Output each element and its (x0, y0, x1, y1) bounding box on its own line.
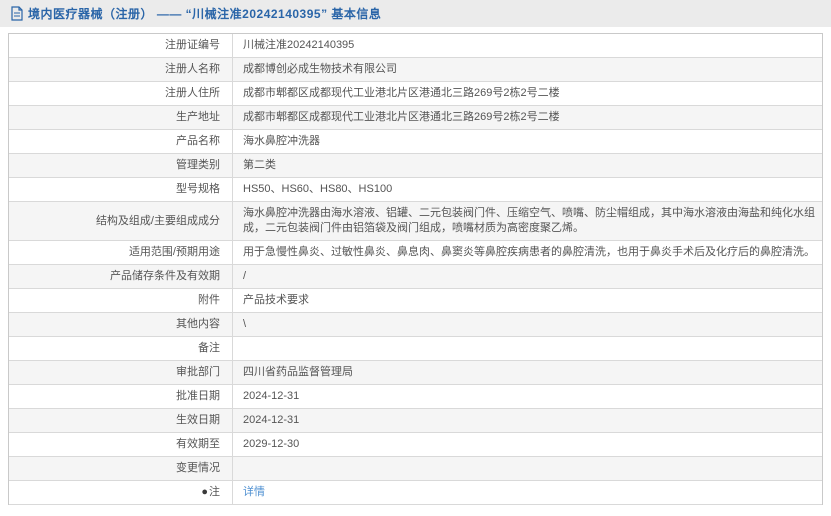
row-label: 适用范围/预期用途 (9, 241, 233, 264)
table-row-registration-number: 注册证编号 川械注准20242140395 (9, 34, 822, 58)
row-label: 审批部门 (9, 361, 233, 384)
row-label: 注册证编号 (9, 34, 233, 57)
row-value: 成都博创必成生物技术有限公司 (243, 63, 397, 75)
row-value (233, 465, 822, 473)
row-label: 产品名称 (9, 130, 233, 153)
row-value: 成都市郫都区成都现代工业港北片区港通北三路269号2栋2号二楼 (243, 87, 560, 99)
row-label: ● 注 (9, 481, 233, 504)
row-label: 产品储存条件及有效期 (9, 265, 233, 288)
table-row-effective-date: 生效日期 2024-12-31 (9, 409, 822, 433)
table-row-storage-validity: 产品储存条件及有效期 / (9, 265, 822, 289)
table-row-registrant-name: 注册人名称 成都博创必成生物技术有限公司 (9, 58, 822, 82)
row-value: 用于急慢性鼻炎、过敏性鼻炎、鼻息肉、鼻窦炎等鼻腔疾病患者的鼻腔清洗，也用于鼻炎手… (243, 246, 815, 258)
row-label: 附件 (9, 289, 233, 312)
row-value: 川械注准20242140395 (243, 39, 355, 51)
note-label-text: 注 (209, 486, 220, 498)
row-value: 第二类 (243, 159, 276, 171)
row-value: 海水鼻腔冲洗器由海水溶液、铝罐、二元包装阀门件、压缩空气、喷嘴、防尘帽组成，其中… (243, 207, 815, 234)
row-label: 变更情况 (9, 457, 233, 480)
table-row-valid-until: 有效期至 2029-12-30 (9, 433, 822, 457)
row-value: HS50、HS60、HS80、HS100 (243, 183, 393, 195)
table-row-production-address: 生产地址 成都市郫都区成都现代工业港北片区港通北三路269号2栋2号二楼 (9, 106, 822, 130)
note-dot-icon: ● (201, 486, 208, 498)
table-row-change-status: 变更情况 (9, 457, 822, 481)
document-icon (10, 6, 23, 21)
row-label: 结构及组成/主要组成成分 (9, 202, 233, 240)
table-row-approval-date: 批准日期 2024-12-31 (9, 385, 822, 409)
row-label: 管理类别 (9, 154, 233, 177)
row-value: 四川省药品监督管理局 (243, 366, 353, 378)
title-bar: 境内医疗器械（注册） —— “川械注准20242140395” 基本信息 (0, 0, 831, 27)
table-row-attachment: 附件 产品技术要求 (9, 289, 822, 313)
row-value: 详情 (233, 481, 822, 504)
row-value: 成都市郫都区成都现代工业港北片区港通北三路269号2栋2号二楼 (243, 111, 560, 123)
table-row-approval-department: 审批部门 四川省药品监督管理局 (9, 361, 822, 385)
row-value: 产品技术要求 (243, 294, 309, 306)
row-value (233, 345, 822, 353)
table-row-product-name: 产品名称 海水鼻腔冲洗器 (9, 130, 822, 154)
row-label: 有效期至 (9, 433, 233, 456)
row-label: 其他内容 (9, 313, 233, 336)
table-row-remarks: 备注 (9, 337, 822, 361)
row-label: 备注 (9, 337, 233, 360)
registration-info-table: 注册证编号 川械注准20242140395 注册人名称 成都博创必成生物技术有限… (8, 33, 823, 505)
row-value: 2024-12-31 (243, 390, 300, 402)
row-value: 2029-12-30 (243, 438, 300, 450)
table-row-management-category: 管理类别 第二类 (9, 154, 822, 178)
table-row-composition: 结构及组成/主要组成成分 海水鼻腔冲洗器由海水溶液、铝罐、二元包装阀门件、压缩空… (9, 202, 822, 241)
row-label: 注册人名称 (9, 58, 233, 81)
row-label: 生产地址 (9, 106, 233, 129)
row-value: \ (243, 318, 247, 330)
row-value: / (243, 270, 247, 282)
table-row-note: ● 注 详情 (9, 481, 822, 505)
row-label: 生效日期 (9, 409, 233, 432)
table-row-intended-use: 适用范围/预期用途 用于急慢性鼻炎、过敏性鼻炎、鼻息肉、鼻窦炎等鼻腔疾病患者的鼻… (9, 241, 822, 265)
table-row-other-content: 其他内容 \ (9, 313, 822, 337)
row-label: 批准日期 (9, 385, 233, 408)
row-label: 注册人住所 (9, 82, 233, 105)
page-title: 境内医疗器械（注册） —— “川械注准20242140395” 基本信息 (28, 7, 382, 21)
details-link[interactable]: 详情 (243, 486, 265, 498)
table-row-model-spec: 型号规格 HS50、HS60、HS80、HS100 (9, 178, 822, 202)
row-label: 型号规格 (9, 178, 233, 201)
table-row-registrant-address: 注册人住所 成都市郫都区成都现代工业港北片区港通北三路269号2栋2号二楼 (9, 82, 822, 106)
row-value: 海水鼻腔冲洗器 (243, 135, 320, 147)
row-value: 2024-12-31 (243, 414, 300, 426)
